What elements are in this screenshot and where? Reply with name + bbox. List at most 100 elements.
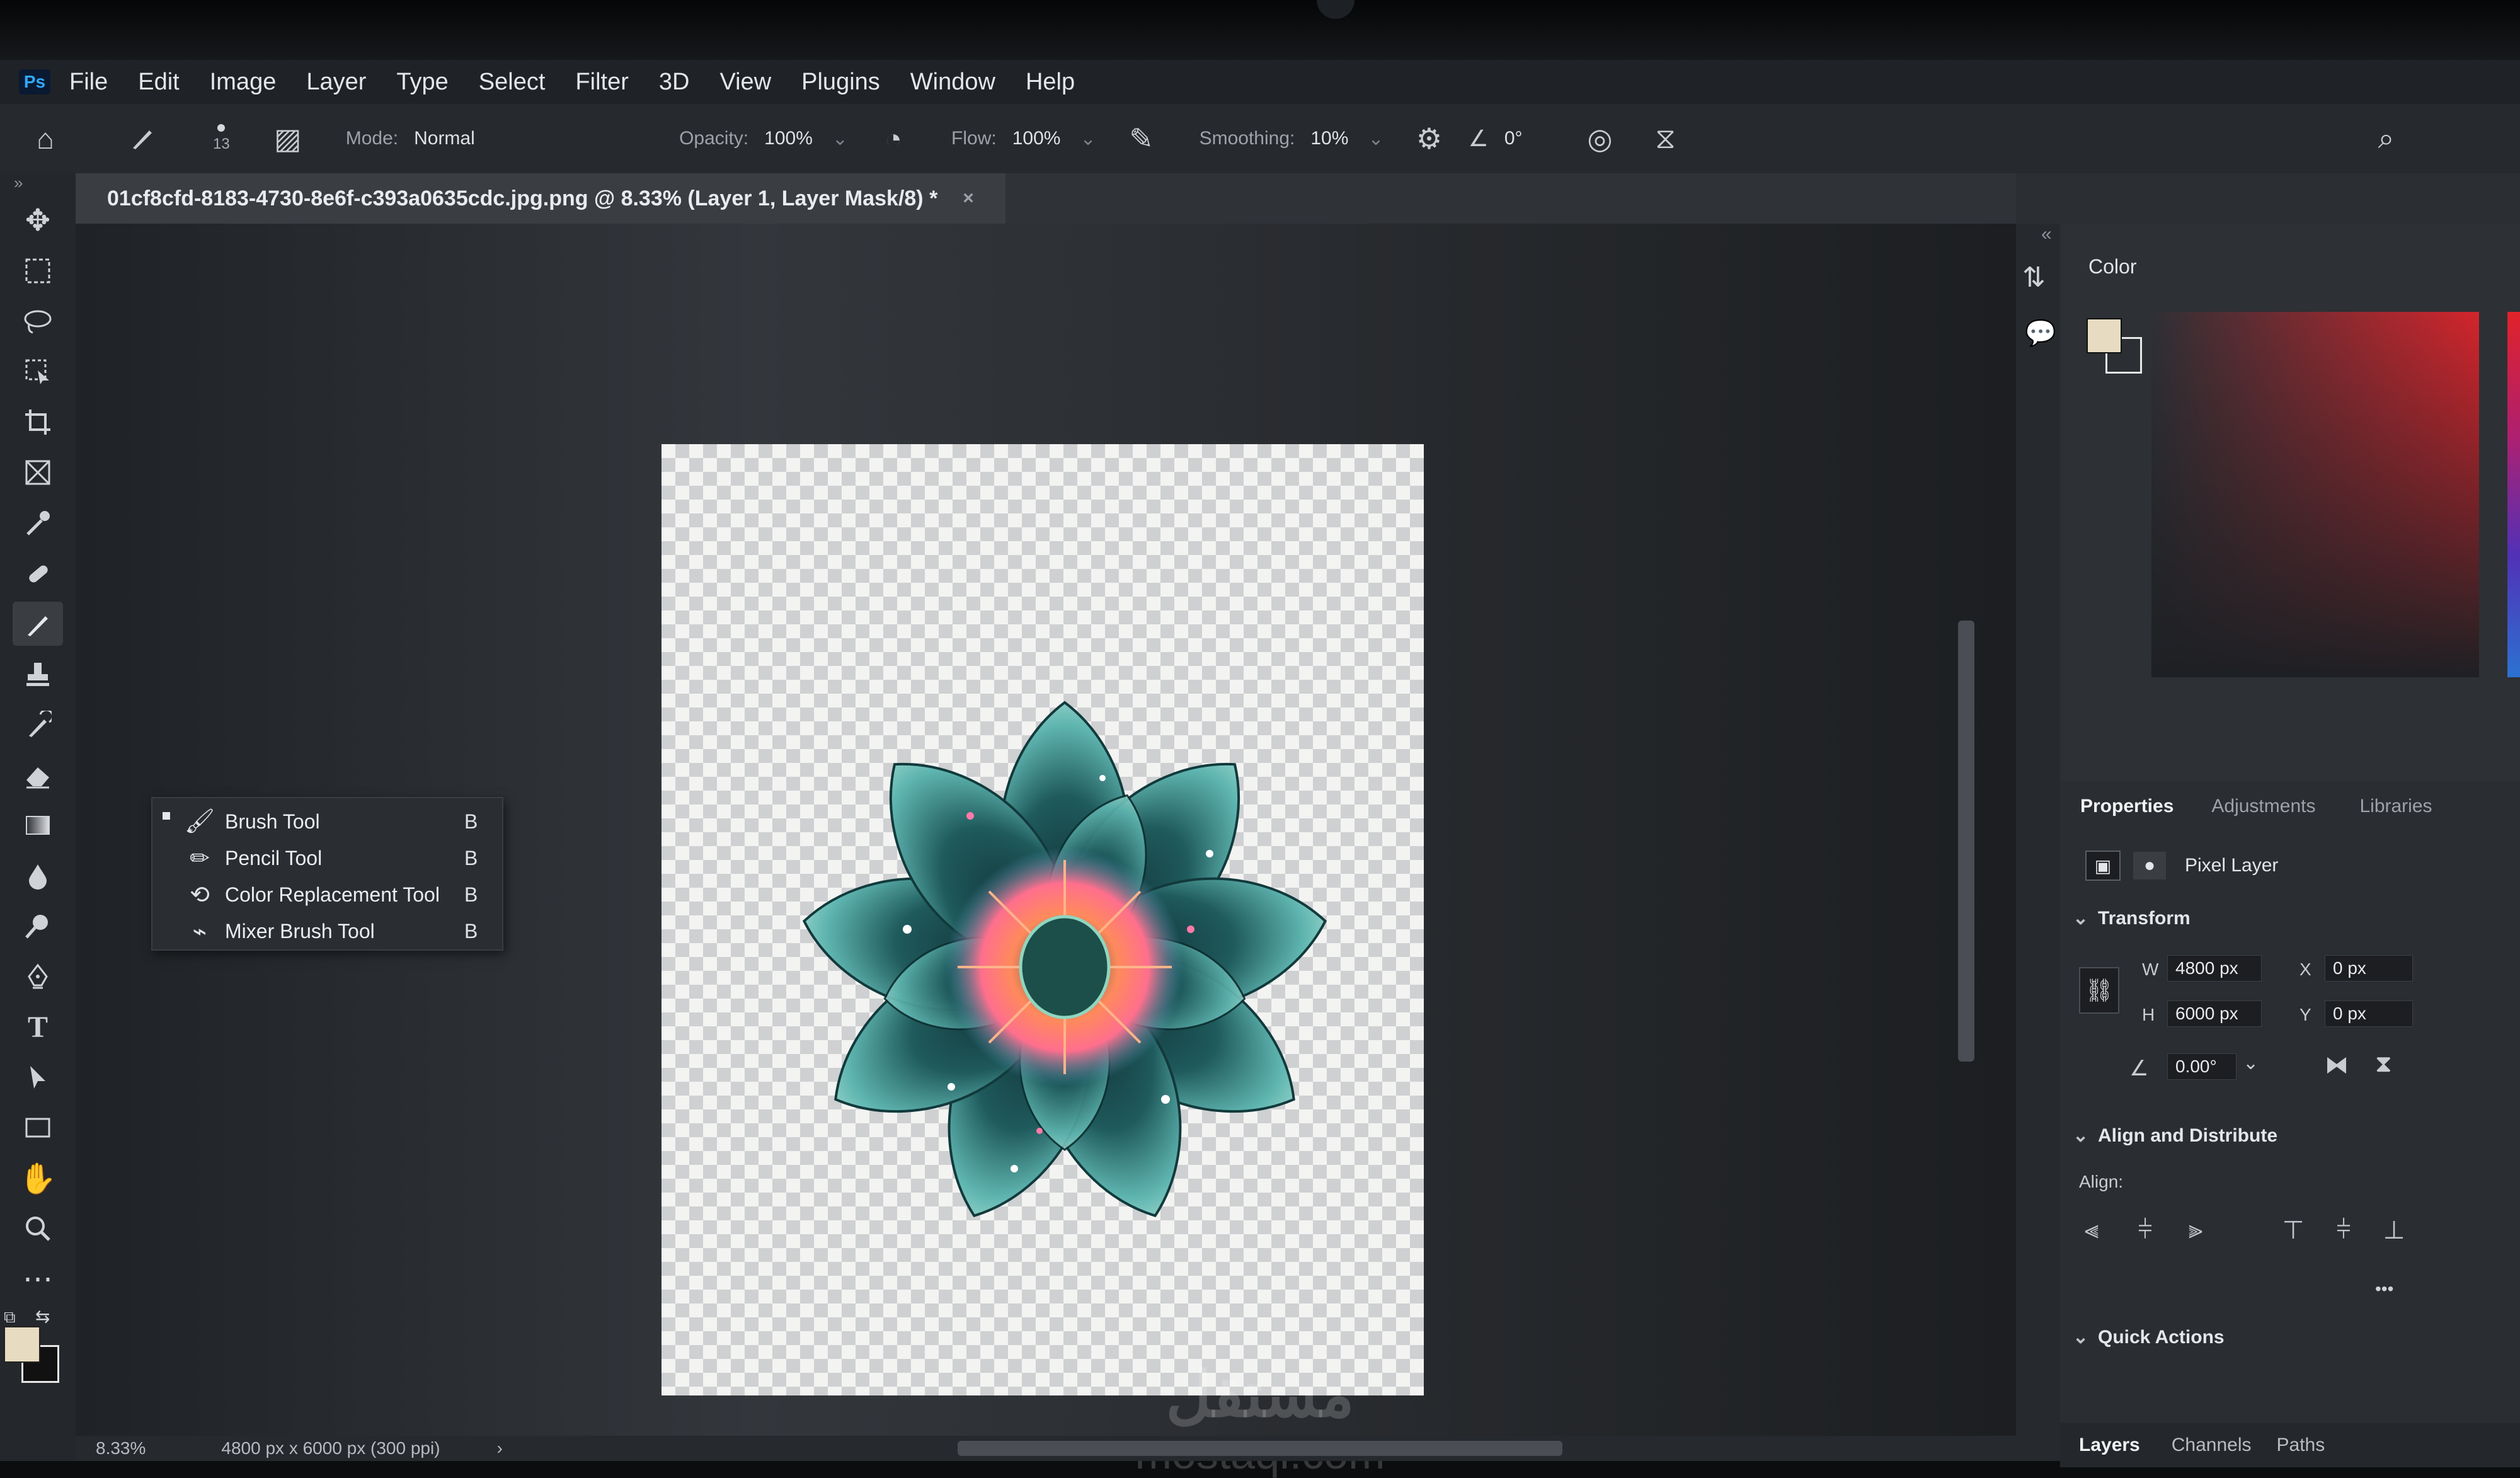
eraser-tool-icon[interactable] [13, 753, 63, 797]
brush-angle-input[interactable]: 0° [1504, 127, 1523, 150]
swap-colors-icon[interactable]: ⇆ [35, 1306, 54, 1326]
symmetry-icon[interactable]: ⧖ [1646, 118, 1686, 159]
tab-paths[interactable]: Paths [2277, 1435, 2325, 1456]
pen-tool-icon[interactable] [13, 954, 63, 999]
more-options-icon[interactable]: ••• [2375, 1279, 2393, 1299]
gradient-tool-icon[interactable] [13, 803, 63, 847]
marquee-tool-icon[interactable] [13, 249, 63, 293]
flip-vertical-icon[interactable]: ⧗ [2375, 1051, 2392, 1078]
menu-image[interactable]: Image [210, 69, 277, 96]
move-tool-icon[interactable]: ✥ [13, 198, 63, 243]
layer-mask-icon[interactable]: ● [2133, 852, 2166, 879]
flow-input[interactable]: 100% [1012, 127, 1062, 150]
frame-tool-icon[interactable] [13, 450, 63, 495]
menu-type[interactable]: Type [396, 69, 448, 96]
history-brush-tool-icon[interactable] [13, 702, 63, 747]
zoom-tool-icon[interactable] [13, 1206, 63, 1251]
pressure-size-icon[interactable]: ◎ [1580, 118, 1620, 159]
path-selection-tool-icon[interactable] [13, 1055, 63, 1099]
brush-preset-icon[interactable] [122, 118, 163, 159]
menu-help[interactable]: Help [1026, 69, 1075, 96]
home-icon[interactable]: ⌂ [25, 118, 66, 159]
tab-libraries[interactable]: Libraries [2359, 796, 2432, 817]
link-dimensions-icon[interactable]: ⛓ [2079, 967, 2119, 1014]
lasso-tool-icon[interactable] [13, 299, 63, 343]
more-tools-icon[interactable]: ⋯ [13, 1257, 63, 1301]
menu-plugins[interactable]: Plugins [801, 69, 880, 96]
align-section-header[interactable]: ⌄ Align and Distribute [2073, 1125, 2520, 1147]
menu-3d[interactable]: 3D [659, 69, 690, 96]
hue-slider[interactable] [2507, 312, 2520, 677]
close-tab-icon[interactable]: × [963, 188, 974, 209]
mode-select[interactable]: Normal [413, 127, 641, 150]
document-tab[interactable]: 01cf8cfd-8183-4730-8e6f-c393a0635cdc.jpg… [76, 173, 1005, 224]
canvas-area[interactable]: 🖌 Brush Tool B ✏ Pencil Tool B ⟲ Color R… [76, 224, 2016, 1475]
align-bottom-edges-icon[interactable]: ⊥ [2378, 1216, 2410, 1247]
panel-collapse-icon[interactable]: « [2041, 224, 2052, 245]
y-input[interactable]: 0 px [2325, 1000, 2413, 1027]
smoothing-dropdown-icon[interactable]: ⌄ [1368, 128, 1383, 150]
toolbox-collapse-icon[interactable]: » [14, 173, 23, 193]
align-vertical-centers-icon[interactable]: ⫩ [2328, 1216, 2359, 1247]
flyout-pencil-tool[interactable]: ✏ Pencil Tool B [152, 840, 502, 876]
crop-tool-icon[interactable] [13, 400, 63, 444]
color-field[interactable] [2151, 312, 2479, 677]
airbrush-icon[interactable]: ✎ [1121, 118, 1162, 159]
flyout-brush-tool[interactable]: 🖌 Brush Tool B [152, 803, 502, 840]
vertical-scrollbar[interactable] [1958, 621, 1974, 1062]
tab-channels[interactable]: Channels [2172, 1435, 2252, 1456]
smoothing-input[interactable]: 10% [1310, 127, 1349, 150]
spot-healing-brush-icon[interactable] [13, 551, 63, 595]
zoom-level[interactable]: 8.33% [96, 1438, 146, 1458]
brush-settings-panel-icon[interactable]: ▨ [268, 118, 308, 159]
x-input[interactable]: 0 px [2325, 955, 2413, 982]
tab-adjustments[interactable]: Adjustments [2211, 796, 2315, 817]
eyedropper-tool-icon[interactable] [13, 501, 63, 545]
opacity-dropdown-icon[interactable]: ⌄ [832, 128, 848, 150]
quick-actions-section-header[interactable]: ⌄ Quick Actions [2073, 1326, 2520, 1348]
align-top-edges-icon[interactable]: ⊤ [2277, 1216, 2309, 1247]
tab-layers[interactable]: Layers [2079, 1435, 2140, 1456]
flyout-mixer-brush-tool[interactable]: ⌁ Mixer Brush Tool B [152, 913, 502, 949]
comments-panel-icon[interactable]: 💬 [2025, 318, 2056, 348]
dodge-tool-icon[interactable] [13, 904, 63, 948]
brush-size-picker[interactable]: 13 [213, 124, 230, 153]
rectangle-tool-icon[interactable] [13, 1106, 63, 1150]
menu-edit[interactable]: Edit [138, 69, 179, 96]
menu-filter[interactable]: Filter [575, 69, 628, 96]
rotation-angle-input[interactable]: 0.00° [2167, 1053, 2236, 1080]
history-panel-icon[interactable]: ⇅ [2022, 261, 2046, 294]
tab-properties[interactable]: Properties [2080, 796, 2174, 817]
type-tool-icon[interactable]: T [13, 1005, 63, 1049]
angle-dropdown-icon[interactable]: ⌄ [2243, 1052, 2259, 1074]
align-right-edges-icon[interactable]: ⫸ [2180, 1216, 2211, 1247]
transform-section-header[interactable]: ⌄ Transform [2073, 907, 2520, 929]
menu-window[interactable]: Window [910, 69, 995, 96]
align-horizontal-centers-icon[interactable]: ⫩ [2129, 1216, 2161, 1247]
width-input[interactable]: 4800 px [2167, 955, 2262, 982]
object-selection-tool-icon[interactable] [13, 350, 63, 394]
align-left-edges-icon[interactable]: ⫷ [2076, 1216, 2107, 1247]
menu-file[interactable]: File [69, 69, 108, 96]
foreground-color-swatch[interactable] [2087, 318, 2122, 353]
hand-tool-icon[interactable]: ✋ [13, 1156, 63, 1200]
opacity-input[interactable]: 100% [764, 127, 813, 150]
brush-tool-icon[interactable] [13, 602, 63, 646]
default-colors-icon[interactable]: ⧉ [4, 1307, 23, 1326]
status-arrow-icon[interactable]: › [497, 1438, 503, 1458]
flyout-color-replacement-tool[interactable]: ⟲ Color Replacement Tool B [152, 876, 502, 913]
flip-horizontal-icon[interactable]: ⧓ [2325, 1051, 2349, 1079]
search-icon[interactable]: ⌕ [2366, 118, 2407, 159]
pressure-opacity-icon[interactable]: ◔ [873, 118, 914, 159]
smoothing-settings-gear-icon[interactable]: ⚙ [1409, 118, 1450, 159]
flow-dropdown-icon[interactable]: ⌄ [1080, 128, 1096, 150]
horizontal-scrollbar[interactable] [958, 1441, 1562, 1456]
height-input[interactable]: 6000 px [2167, 1000, 2262, 1027]
clone-stamp-tool-icon[interactable] [13, 652, 63, 696]
document-canvas[interactable] [662, 444, 1424, 1395]
toolbox-foreground-color[interactable] [4, 1326, 40, 1363]
menu-view[interactable]: View [719, 69, 771, 96]
menu-select[interactable]: Select [479, 69, 546, 96]
blur-tool-icon[interactable] [13, 854, 63, 898]
menu-layer[interactable]: Layer [306, 69, 366, 96]
